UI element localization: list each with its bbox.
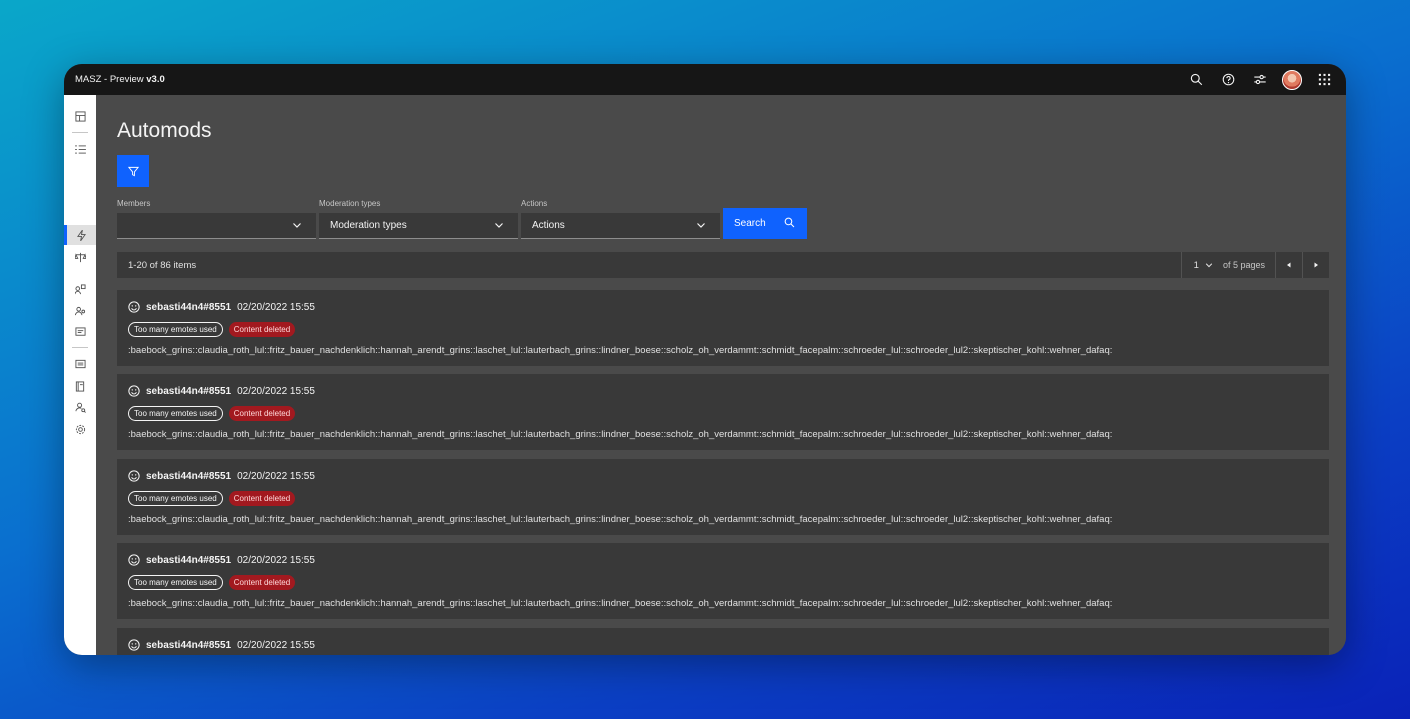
search-button[interactable]: Search: [723, 208, 807, 239]
face-icon: [128, 639, 140, 651]
dashboard-icon[interactable]: [64, 106, 96, 126]
app-window: MASZ - Preview v3.0 Automods Members Mod…: [64, 64, 1346, 655]
automod-entry[interactable]: sebasti44n4#8551 02/20/2022 15:55 Too ma…: [117, 459, 1329, 535]
automod-entry[interactable]: sebasti44n4#8551 02/20/2022 15:55 Too ma…: [117, 290, 1329, 366]
page-title: Automods: [117, 119, 212, 142]
top-bar: MASZ - Preview v3.0: [64, 64, 1346, 95]
app-name: MASZ - Preview: [75, 74, 147, 85]
entry-timestamp: 02/20/2022 15:55: [237, 639, 315, 651]
filter-icon: [127, 166, 139, 176]
type-tag: Too many emotes used: [128, 322, 223, 337]
app-version: v3.0: [146, 74, 165, 85]
main-content: Automods Members Moderation types Modera…: [96, 95, 1346, 655]
actions-label: Actions: [521, 199, 548, 208]
entry-username[interactable]: sebasti44n4#8551: [146, 386, 231, 397]
caret-left-icon: [1287, 262, 1291, 268]
type-tag: Too many emotes used: [128, 406, 223, 421]
type-tag: Too many emotes used: [128, 491, 223, 506]
actions-dropdown[interactable]: Actions: [521, 213, 720, 239]
prev-page-button[interactable]: [1275, 252, 1302, 278]
type-tag: Too many emotes used: [128, 575, 223, 590]
chevron-down-icon: [697, 223, 705, 228]
page-total: of 5 pages: [1222, 260, 1265, 270]
entry-username[interactable]: sebasti44n4#8551: [146, 471, 231, 482]
moderation-types-label: Moderation types: [319, 199, 381, 208]
user-search-icon[interactable]: [64, 397, 96, 417]
page-select[interactable]: 1: [1180, 252, 1223, 278]
message-icon[interactable]: [64, 322, 96, 342]
app-title[interactable]: MASZ - Preview v3.0: [75, 74, 165, 85]
chevron-down-icon: [1205, 263, 1213, 268]
notebook-icon[interactable]: [64, 376, 96, 396]
caret-right-icon: [1314, 262, 1318, 268]
entry-username[interactable]: sebasti44n4#8551: [146, 640, 231, 651]
automod-nav-icon[interactable]: [64, 225, 96, 245]
members-label: Members: [117, 199, 151, 208]
chevron-down-icon: [293, 223, 301, 228]
entry-username[interactable]: sebasti44n4#8551: [146, 302, 231, 313]
action-tag: Content deleted: [228, 406, 296, 421]
settings-sliders-icon[interactable]: [1244, 64, 1276, 95]
face-icon: [128, 470, 140, 482]
entry-content: :baebock_grins::claudia_roth_lul::fritz_…: [128, 598, 1113, 609]
entry-content: :baebock_grins::claudia_roth_lul::fritz_…: [128, 514, 1113, 525]
report-icon[interactable]: [64, 354, 96, 374]
action-tag: Content deleted: [228, 575, 296, 590]
entry-content: :baebock_grins::claudia_roth_lul::fritz_…: [128, 345, 1113, 356]
search-icon[interactable]: [1180, 64, 1212, 95]
help-icon[interactable]: [1212, 64, 1244, 95]
face-icon: [128, 385, 140, 397]
user-avatar[interactable]: [1276, 64, 1308, 95]
app-switcher-icon[interactable]: [1308, 64, 1340, 95]
entry-content: :baebock_grins::claudia_roth_lul::fritz_…: [128, 429, 1113, 440]
face-icon: [128, 301, 140, 313]
search-icon: [784, 217, 795, 228]
gear-icon[interactable]: [64, 419, 96, 439]
automod-entry[interactable]: sebasti44n4#8551 02/20/2022 15:55: [117, 628, 1329, 655]
entry-timestamp: 02/20/2022 15:55: [237, 470, 315, 482]
automod-entry[interactable]: sebasti44n4#8551 02/20/2022 15:55 Too ma…: [117, 374, 1329, 450]
moderation-types-dropdown[interactable]: Moderation types: [319, 213, 518, 239]
user-list-icon[interactable]: [64, 279, 96, 299]
side-nav: [64, 95, 96, 655]
action-tag: Content deleted: [228, 491, 296, 506]
entry-username[interactable]: sebasti44n4#8551: [146, 555, 231, 566]
list-icon[interactable]: [64, 139, 96, 159]
moderation-types-value: Moderation types: [330, 220, 407, 231]
filter-button[interactable]: [117, 155, 149, 187]
page-number: 1: [1193, 259, 1199, 271]
scales-icon[interactable]: [64, 247, 96, 267]
action-tag: Content deleted: [228, 322, 296, 337]
automod-entry[interactable]: sebasti44n4#8551 02/20/2022 15:55 Too ma…: [117, 543, 1329, 619]
items-count: 1-20 of 86 items: [128, 259, 197, 271]
search-button-label: Search: [734, 218, 766, 229]
members-dropdown[interactable]: [117, 213, 316, 239]
actions-value: Actions: [532, 220, 565, 231]
next-page-button[interactable]: [1302, 252, 1329, 278]
header-actions: [1180, 64, 1340, 95]
users-icon[interactable]: [64, 301, 96, 321]
pagination-bar: 1-20 of 86 items 1 of 5 pages: [117, 252, 1329, 278]
chevron-down-icon: [495, 223, 503, 228]
entry-timestamp: 02/20/2022 15:55: [237, 554, 315, 566]
entry-timestamp: 02/20/2022 15:55: [237, 301, 315, 313]
face-icon: [128, 554, 140, 566]
entry-timestamp: 02/20/2022 15:55: [237, 385, 315, 397]
